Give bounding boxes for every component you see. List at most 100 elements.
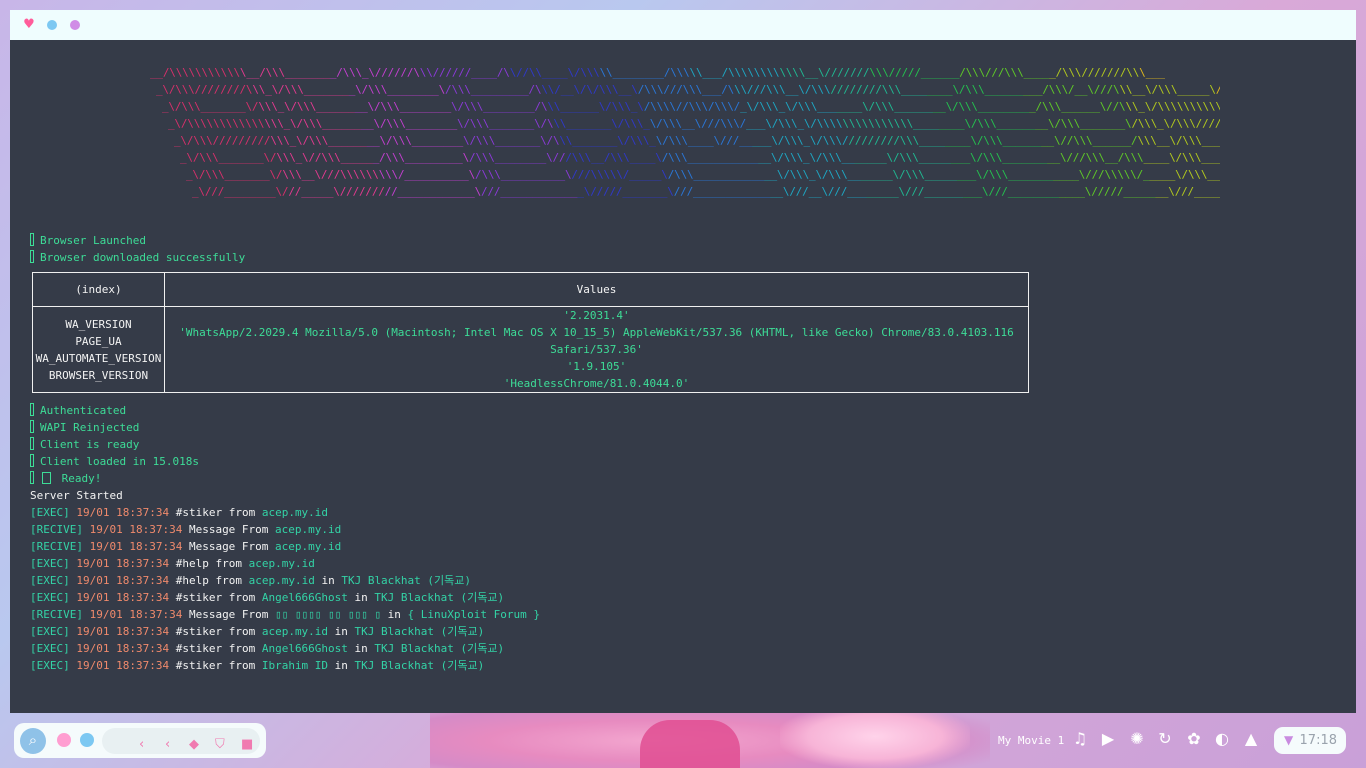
event-command: #stiker bbox=[169, 506, 223, 519]
mountain-icon[interactable]: ▲ bbox=[1241, 729, 1261, 749]
event-line: [RECIVE] 19/01 18:37:34 Message From ace… bbox=[30, 538, 341, 555]
ready-icon bbox=[42, 472, 51, 484]
event-tag: [EXEC] bbox=[30, 625, 70, 638]
blue-dot-button[interactable] bbox=[80, 733, 94, 747]
event-command: Message bbox=[182, 608, 236, 621]
music-icon[interactable]: ♫ bbox=[1070, 729, 1090, 749]
event-command: Message bbox=[182, 523, 236, 536]
event-time: 19/01 18:37:34 bbox=[82, 523, 183, 536]
media-title[interactable]: My Movie 1 bbox=[998, 728, 1064, 754]
toggle-icon[interactable]: ◐ bbox=[1212, 729, 1232, 749]
event-verb: from bbox=[222, 659, 256, 672]
close-button[interactable]: ♥ bbox=[22, 18, 36, 32]
table-header-index: (index) bbox=[32, 272, 165, 307]
aperture-icon[interactable]: ✺ bbox=[1127, 729, 1147, 749]
banner-line: _\/\\\_______\/\\\_\//\\\______/\\\_____… bbox=[180, 151, 1220, 164]
event-verb: from bbox=[222, 642, 256, 655]
table-keys: WA_VERSION PAGE_UA WA_AUTOMATE_VERSION B… bbox=[32, 306, 165, 393]
server-started: Server Started bbox=[30, 489, 123, 502]
clock[interactable]: ▼ 17:18 bbox=[1274, 727, 1346, 754]
event-group: TKJ Blackhat (기독교) bbox=[347, 659, 485, 672]
taskbar-dock: ⌕ ‹ ‹ ◆ ⛉ ■ bbox=[14, 723, 266, 758]
refresh-icon[interactable]: ↻ bbox=[1155, 729, 1175, 749]
shield-icon[interactable]: ⛉ bbox=[215, 737, 225, 753]
event-line: [RECIVE] 19/01 18:37:34 Message From ▯▯ … bbox=[30, 606, 540, 623]
dock-pill: ‹ ‹ ◆ ⛉ ■ bbox=[102, 728, 260, 754]
event-command: #stiker bbox=[169, 659, 223, 672]
table-values: '2.2031.4' 'WhatsApp/2.2029.4 Mozilla/5.… bbox=[164, 306, 1029, 393]
search-icon[interactable]: ⌕ bbox=[20, 728, 46, 754]
event-sender: Angel666Ghost bbox=[255, 591, 348, 604]
banner-line: _\/\\\_______\/\\\_\/\\\________\/\\\___… bbox=[162, 100, 1220, 113]
event-verb: from bbox=[222, 591, 256, 604]
event-tag: [RECIVE] bbox=[30, 608, 83, 621]
event-verb: From bbox=[235, 608, 269, 621]
event-line: [EXEC] 19/01 18:37:34 #stiker from Angel… bbox=[30, 640, 504, 657]
log-line: Client loaded in 15.018s bbox=[30, 453, 199, 470]
banner-line: _\/\\\_______\/\\\__\///\\\\\\\\\/______… bbox=[186, 168, 1220, 181]
banner-line: _\///________\///_____\/////////________… bbox=[192, 185, 1220, 198]
event-group: TKJ Blackhat (기독교) bbox=[367, 642, 505, 655]
event-sender: acep.my.id bbox=[255, 506, 329, 519]
event-command: #help bbox=[169, 557, 209, 570]
event-command: #stiker bbox=[169, 642, 223, 655]
banner-line: _\/\\\/////////\\\_\/\\\________\/\\\___… bbox=[174, 134, 1220, 147]
diamond-icon[interactable]: ◆ bbox=[189, 737, 199, 753]
palette-icon[interactable]: ✿ bbox=[1184, 729, 1204, 749]
log-line: Browser Launched bbox=[30, 232, 146, 249]
event-command: #stiker bbox=[169, 625, 223, 638]
event-in: in bbox=[314, 574, 335, 587]
event-tag: [RECIVE] bbox=[30, 540, 83, 553]
event-in: in bbox=[347, 591, 368, 604]
event-in: in bbox=[328, 659, 348, 672]
event-tag: [EXEC] bbox=[30, 557, 70, 570]
event-verb: from bbox=[222, 625, 256, 638]
log-line: Client is ready bbox=[30, 436, 139, 453]
event-line: [EXEC] 19/01 18:37:34 #stiker from acep.… bbox=[30, 623, 484, 640]
event-line: [RECIVE] 19/01 18:37:34 Message From ace… bbox=[30, 521, 341, 538]
table-key: WA_VERSION bbox=[65, 317, 132, 331]
table-value: '1.9.105' bbox=[566, 360, 627, 373]
event-line: [EXEC] 19/01 18:37:34 #stiker from Ibrah… bbox=[30, 657, 484, 674]
log-line: Authenticated bbox=[30, 402, 126, 419]
wallpaper-shoe bbox=[640, 720, 740, 768]
ascii-banner: __/\\\\\\\\\\\\__/\\\________/\\\_\/////… bbox=[150, 64, 1220, 200]
chevron-left-icon[interactable]: ‹ bbox=[139, 737, 144, 753]
event-command: #help bbox=[169, 574, 209, 587]
table-key: WA_AUTOMATE_VERSION bbox=[35, 351, 162, 365]
event-group: TKJ Blackhat (기독교) bbox=[367, 591, 505, 604]
terminal-window: ♥ __/\\\\\\\\\\\\__/\\\________/\\\_\///… bbox=[10, 10, 1356, 713]
event-tag: [EXEC] bbox=[30, 591, 70, 604]
event-tag: [RECIVE] bbox=[30, 523, 83, 536]
chevron-left-icon[interactable]: ‹ bbox=[165, 737, 170, 753]
event-time: 19/01 18:37:34 bbox=[69, 506, 170, 519]
event-line: [EXEC] 19/01 18:37:34 #help from acep.my… bbox=[30, 555, 315, 572]
log-line: Browser downloaded successfully bbox=[30, 249, 245, 266]
event-time: 19/01 18:37:34 bbox=[82, 540, 183, 553]
event-verb: from bbox=[222, 506, 256, 519]
square-icon[interactable]: ■ bbox=[241, 737, 253, 753]
log-line: WAPI Reinjected bbox=[30, 419, 139, 436]
event-line: [EXEC] 19/01 18:37:34 #help from acep.my… bbox=[30, 572, 471, 589]
event-time: 19/01 18:37:34 bbox=[69, 557, 170, 570]
event-in: in bbox=[347, 642, 368, 655]
event-sender: Ibrahim ID bbox=[255, 659, 329, 672]
event-verb: from bbox=[208, 557, 242, 570]
event-tag: [EXEC] bbox=[30, 642, 70, 655]
minimize-button[interactable] bbox=[47, 20, 57, 30]
event-in: in bbox=[381, 608, 401, 621]
maximize-button[interactable] bbox=[70, 20, 80, 30]
banner-line: _\/\\\\\\\\\\\\\\\_\/\\\________\/\\\___… bbox=[168, 117, 1220, 130]
event-tag: [EXEC] bbox=[30, 574, 70, 587]
pink-dot-button[interactable] bbox=[57, 733, 71, 747]
terminal-output[interactable]: __/\\\\\\\\\\\\__/\\\________/\\\_\/////… bbox=[10, 40, 1356, 713]
event-tag: [EXEC] bbox=[30, 659, 70, 672]
version-table: (index) Values WA_VERSION PAGE_UA WA_AUT… bbox=[32, 272, 1029, 393]
event-time: 19/01 18:37:34 bbox=[69, 591, 170, 604]
event-sender: acep.my.id bbox=[255, 625, 329, 638]
event-time: 19/01 18:37:34 bbox=[69, 625, 170, 638]
event-time: 19/01 18:37:34 bbox=[69, 659, 170, 672]
banner-line: __/\\\\\\\\\\\\__/\\\________/\\\_\/////… bbox=[150, 66, 1165, 79]
titlebar[interactable]: ♥ bbox=[10, 10, 1356, 40]
play-icon[interactable]: ▶ bbox=[1098, 729, 1118, 749]
